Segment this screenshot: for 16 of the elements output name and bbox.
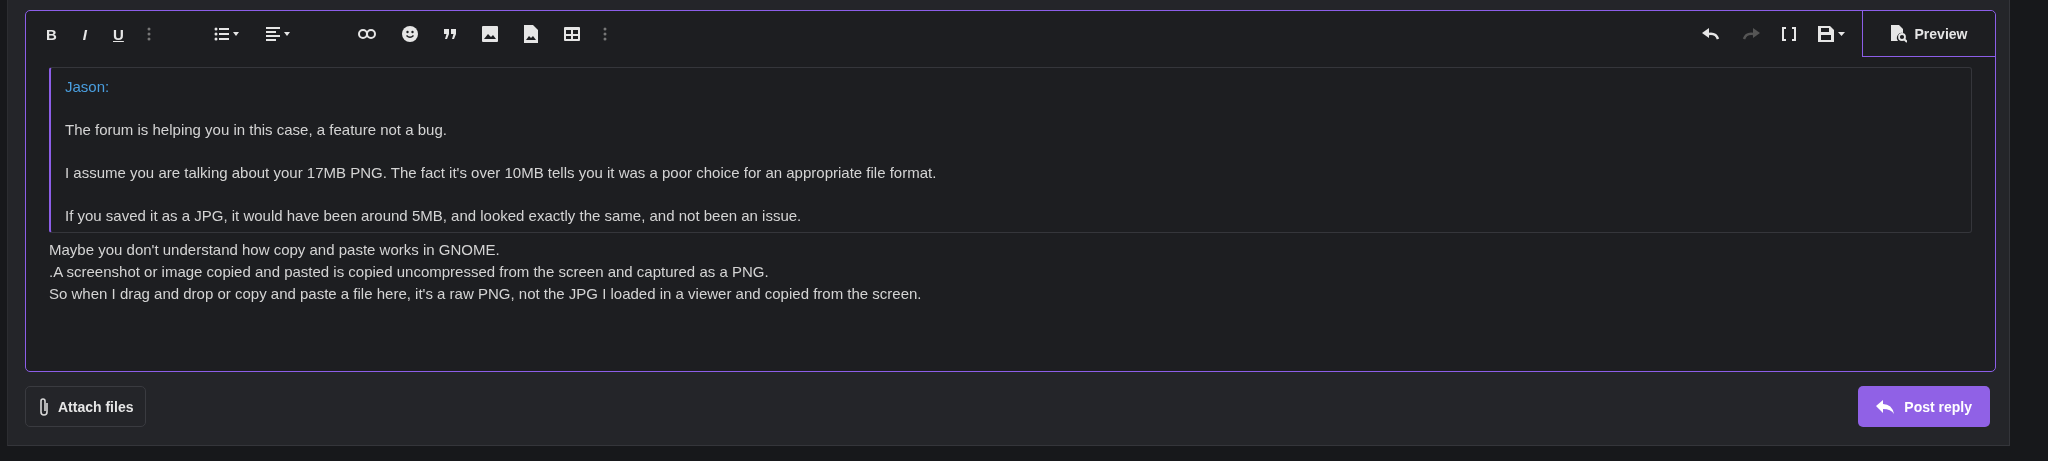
- body-line: So when I drag and drop or copy and paste a file here, it's a raw PNG, not the JPG I loaded in a viewer and copied from the screen.: [49, 284, 923, 304]
- preview-button[interactable]: Preview: [1862, 11, 1995, 57]
- paperclip-icon: [38, 396, 50, 417]
- file-search-icon: [1890, 24, 1907, 43]
- body-line: Maybe you don't understand how copy and paste works in GNOME.: [49, 240, 501, 260]
- quote-paragraph: If you saved it as a JPG, it would have been around 5MB, and looked exactly the same, and not been an issue.: [65, 207, 803, 224]
- quote-paragraph: I assume you are talking about your 17MB PNG. The fact it's over 10MB tells you it was a poor choice for an appropriate file format.: [65, 164, 938, 181]
- reply-icon: [1876, 399, 1895, 414]
- attach-files-button[interactable]: Attach files: [25, 386, 147, 427]
- format-button[interactable]: U: [107, 21, 130, 47]
- body-line: .A screenshot or image copied and pasted is copied uncompressed from the screen and captured as a PNG.: [49, 262, 770, 282]
- format-button[interactable]: B: [40, 21, 63, 47]
- quote-author: Jason:: [65, 78, 111, 95]
- post-reply-button[interactable]: Post reply: [1858, 386, 1990, 427]
- quote-paragraph: The forum is helping you in this case, a feature not a bug.: [65, 121, 448, 138]
- format-button[interactable]: I: [76, 21, 93, 47]
